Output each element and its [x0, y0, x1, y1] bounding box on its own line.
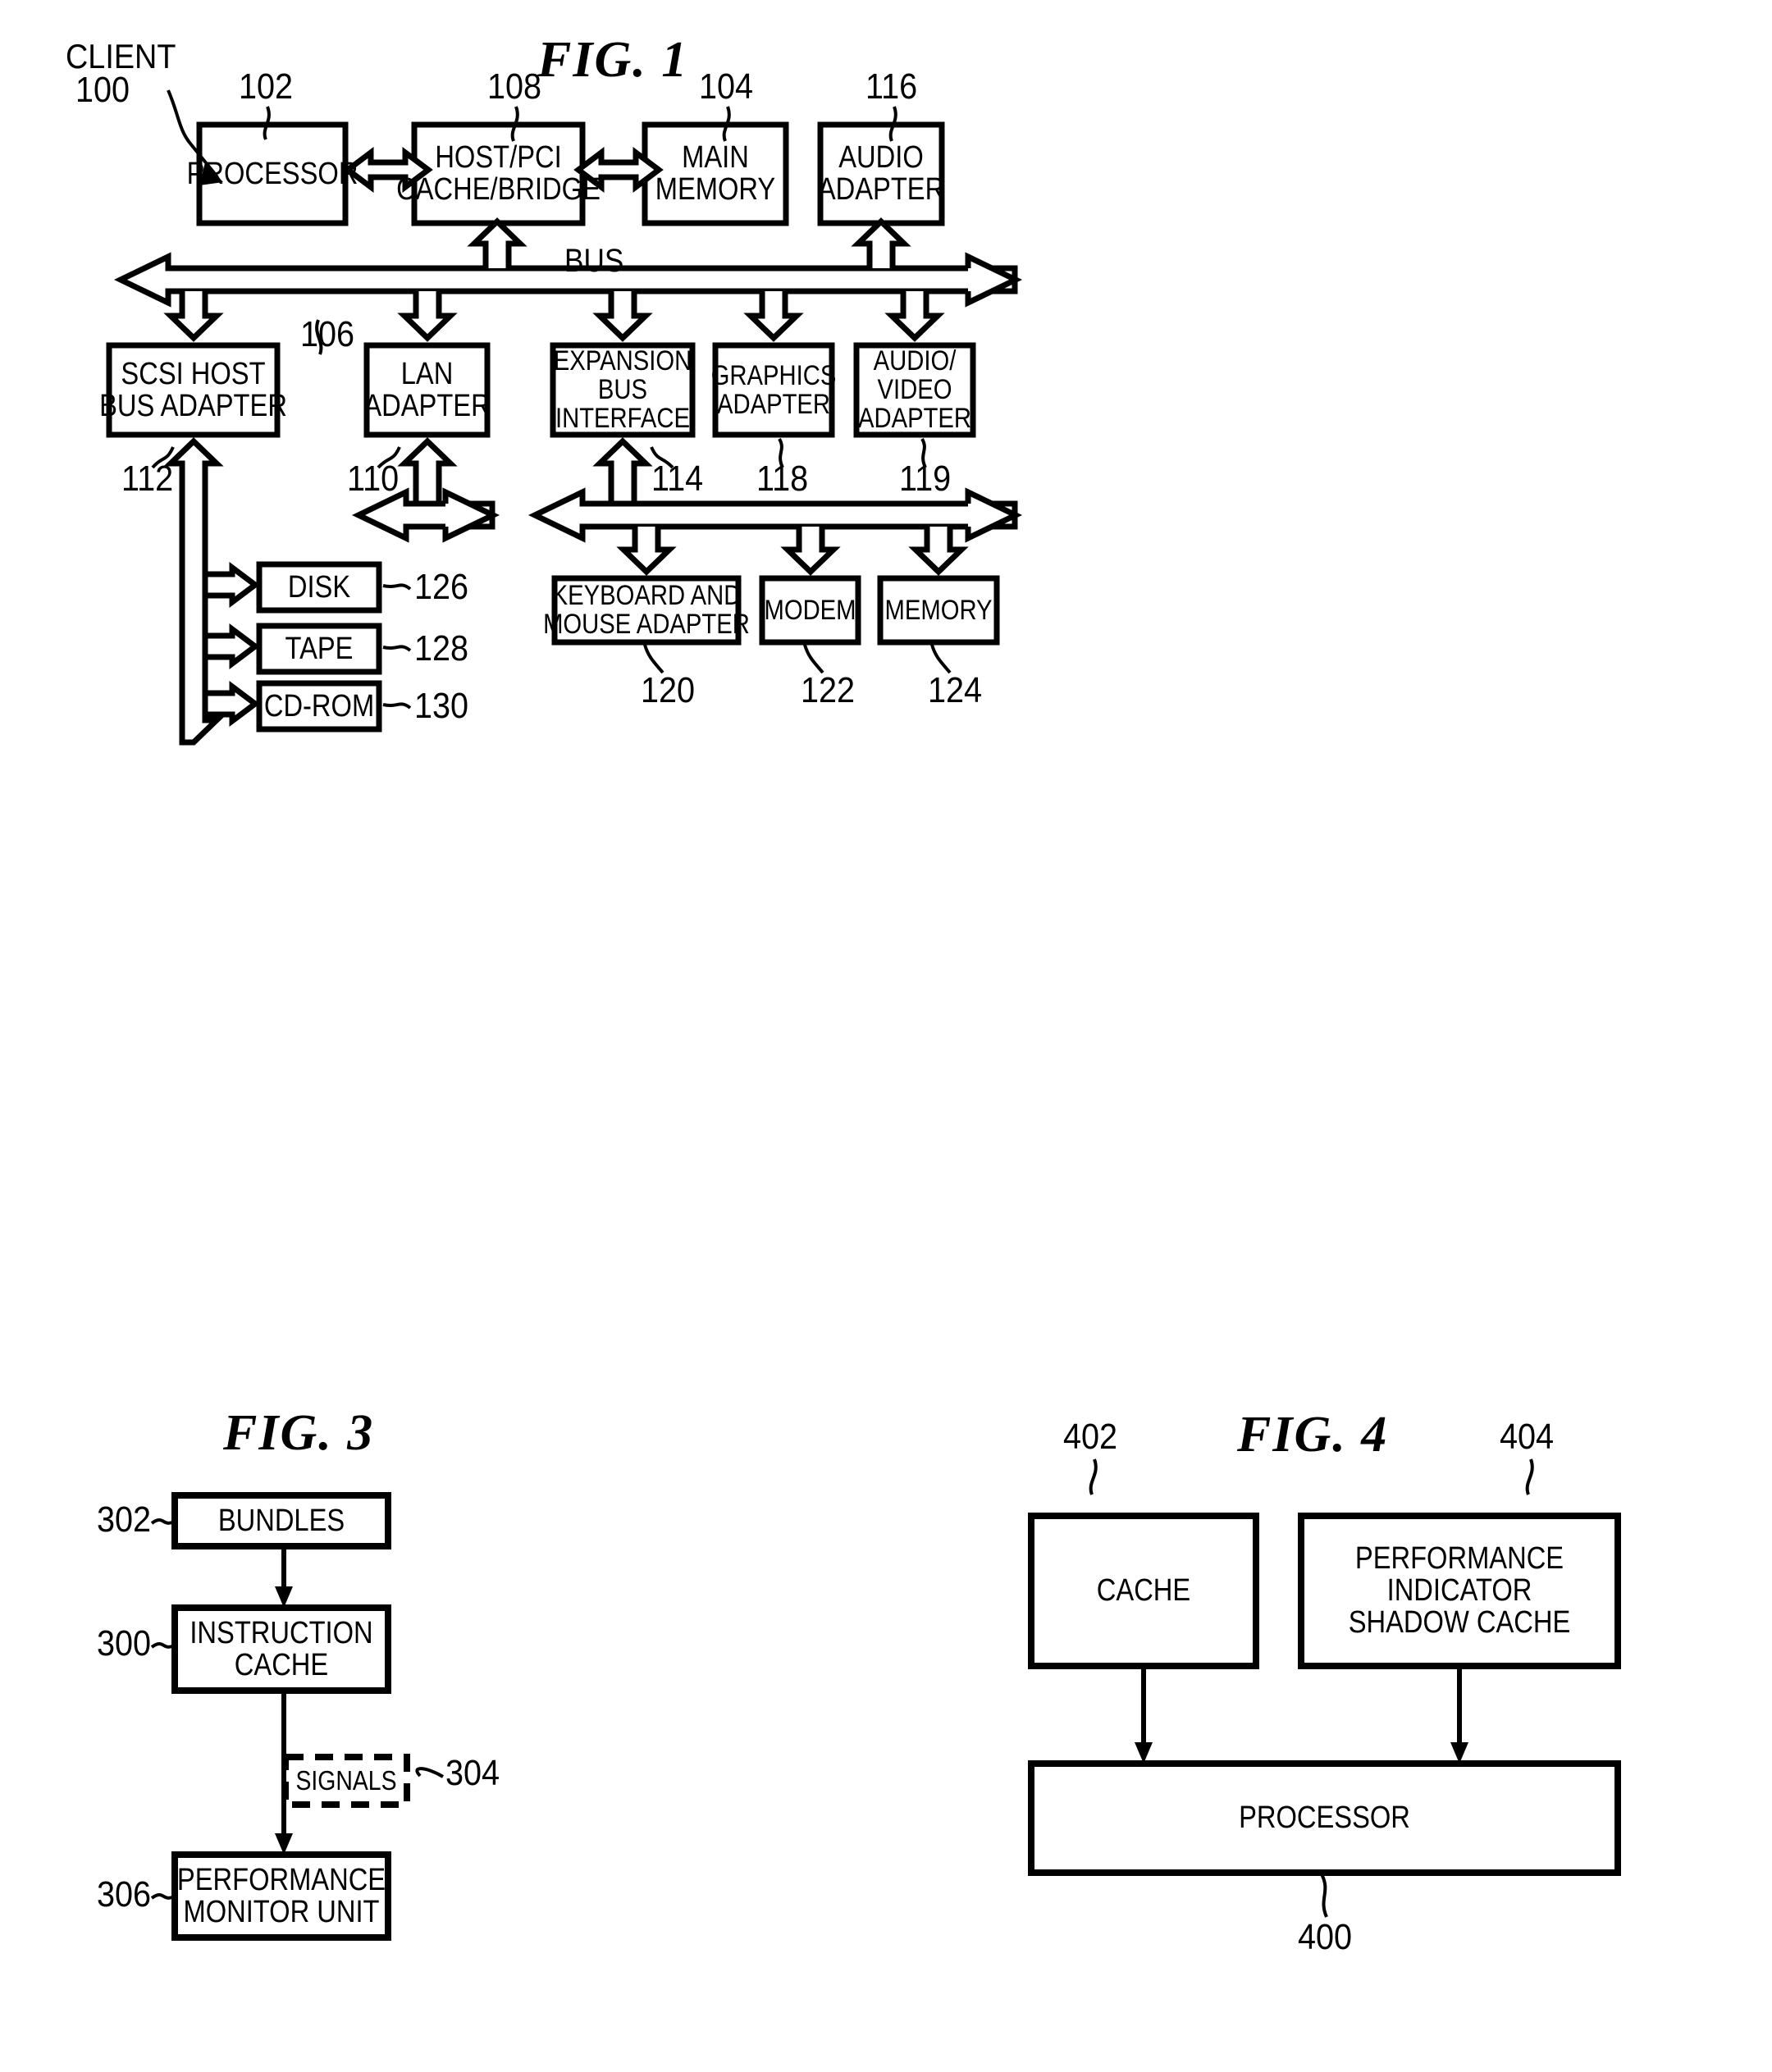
leader-402	[1089, 1458, 1098, 1495]
fig1-bus-ref: 106	[300, 314, 355, 354]
label-tape: TAPE	[285, 631, 354, 666]
leader-130	[382, 702, 412, 710]
ref-124: 124	[928, 670, 983, 710]
label-instr-cache: INSTRUCTION CACHE	[190, 1615, 373, 1682]
ref-112: 112	[121, 459, 174, 499]
arrow-expbus-to-kbd	[616, 527, 677, 576]
arrow-expbus-to-memory	[908, 527, 969, 576]
leader-404	[1525, 1458, 1534, 1495]
ref-130: 130	[414, 686, 469, 726]
label-shadow-cache: PERFORMANCE INDICATOR SHADOW CACHE	[1348, 1541, 1571, 1640]
ref-104: 104	[699, 66, 754, 107]
arrow-expbus-to-modem	[780, 527, 841, 576]
label-audio-video: AUDIO/VIDEO ADAPTER	[857, 345, 972, 434]
ref-304: 304	[445, 1753, 500, 1793]
ref-119: 119	[899, 459, 952, 499]
fig4-title: FIG. 4	[1237, 1407, 1389, 1463]
arrow-bus-to-graphics	[743, 291, 804, 342]
leader-400	[1319, 1872, 1328, 1918]
label-signals: SIGNALS	[295, 1765, 397, 1796]
label-memory: MEMORY	[884, 594, 993, 626]
ref-300: 300	[97, 1623, 152, 1664]
ref-404: 404	[1500, 1417, 1555, 1457]
leader-306	[150, 1893, 175, 1900]
label-host-pci: HOST/PCI CACHE/BRIDGE	[396, 140, 601, 207]
patent-drawing-sheet: FIG. 1 CLIENT 100 BUS 106 PROCESSOR HOST…	[0, 0, 1772, 2072]
ref-108: 108	[487, 66, 542, 107]
leader-300	[150, 1642, 175, 1649]
leader-126	[382, 583, 412, 591]
label-kbd-mouse: KEYBOARD AND MOUSE ADAPTER	[543, 580, 750, 640]
leader-128	[382, 645, 412, 652]
arrow-scsi-to-tape	[202, 623, 260, 669]
fig1-title: FIG. 1	[537, 32, 689, 88]
arrow-bus-to-expansion	[592, 291, 653, 342]
arrow-bus-to-audio-video	[884, 291, 945, 342]
arrow-bus-to-scsi	[163, 291, 224, 342]
ref-402: 402	[1063, 1417, 1118, 1457]
label-cache: CACHE	[1096, 1573, 1191, 1609]
ref-306: 306	[97, 1874, 152, 1915]
ref-120: 120	[641, 670, 696, 710]
leader-304	[415, 1767, 445, 1778]
arrow-scsi-to-disk	[202, 562, 260, 608]
label-processor-400: PROCESSOR	[1239, 1800, 1410, 1836]
arrow-bus-to-audio-adapter	[851, 217, 911, 268]
ref-116: 116	[865, 66, 918, 107]
leader-124	[930, 644, 952, 674]
leader-302	[150, 1518, 175, 1525]
fig3-title: FIG. 3	[223, 1405, 375, 1461]
label-main-memory: MAIN MEMORY	[655, 140, 776, 207]
expansion-bus-right-tip	[965, 487, 1023, 543]
label-audio-adapter: AUDIO ADAPTER	[817, 140, 945, 207]
label-lan: LAN ADAPTER	[363, 356, 491, 423]
ref-400: 400	[1298, 1917, 1353, 1957]
fig1-system-ref: 100	[75, 70, 130, 110]
ref-114: 114	[651, 459, 704, 499]
ref-128: 128	[414, 628, 469, 669]
diagram-line-art	[106, 89, 1621, 1941]
ref-122: 122	[801, 670, 856, 710]
ref-302: 302	[97, 1499, 152, 1540]
ref-102: 102	[239, 66, 294, 107]
leader-122	[803, 644, 824, 674]
label-pmu: PERFORMANCE MONITOR UNIT	[176, 1862, 386, 1929]
arrow-bus-to-lan	[397, 291, 458, 342]
arrow-scsi-to-cdrom	[202, 681, 260, 727]
ref-126: 126	[414, 567, 469, 607]
arrow-lan-right-tip	[442, 487, 500, 543]
ref-110: 110	[347, 459, 400, 499]
label-processor: PROCESSOR	[186, 156, 359, 191]
leader-120	[643, 644, 664, 674]
ref-118: 118	[756, 459, 809, 499]
label-modem: MODEM	[764, 594, 856, 626]
label-scsi: SCSI HOST BUS ADAPTER	[99, 356, 287, 423]
bus-106-right-arrow	[965, 252, 1023, 308]
label-graphics: GRAPHICS ADAPTER	[710, 359, 837, 420]
label-cdrom: CD-ROM	[263, 688, 375, 723]
label-expansion: EXPANSION BUS INTERFACE	[553, 345, 692, 434]
label-bundles: BUNDLES	[217, 1503, 345, 1538]
arrow-bus-to-hostpci	[467, 217, 527, 268]
fig1-bus-label: BUS	[564, 243, 624, 279]
label-disk: DISK	[287, 569, 351, 605]
